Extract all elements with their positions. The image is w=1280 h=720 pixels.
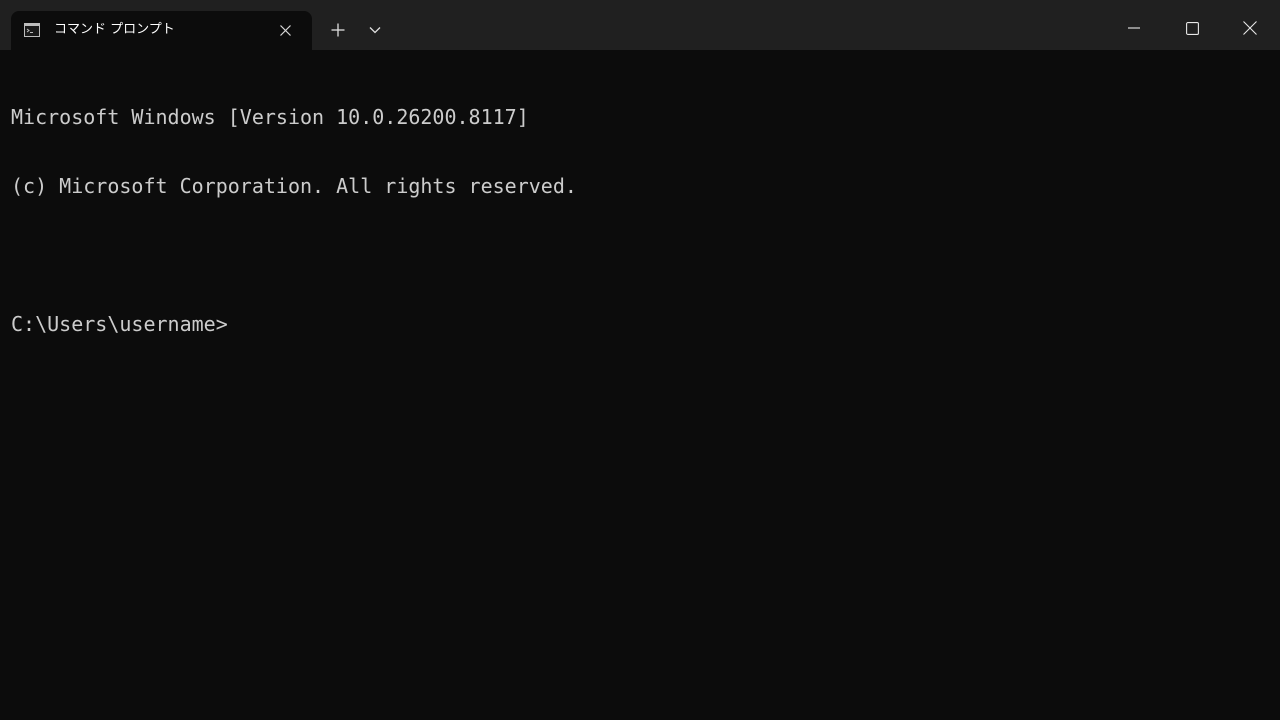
tab-dropdown-button[interactable] <box>360 14 390 46</box>
terminal-output[interactable]: Microsoft Windows [Version 10.0.26200.81… <box>11 60 1270 720</box>
tab-command-prompt[interactable]: コマンド プロンプト <box>11 11 312 50</box>
prompt-line[interactable]: C:\Users\username> <box>11 313 1270 336</box>
tab-title: コマンド プロンプト <box>54 22 175 37</box>
command-prompt-icon <box>24 23 40 37</box>
maximize-icon <box>1185 21 1199 35</box>
title-bar[interactable]: コマンド プロンプト <box>0 0 1280 50</box>
close-window-button[interactable] <box>1221 3 1279 53</box>
close-icon <box>279 24 291 36</box>
terminal-window: コマンド プロンプト Microsoft Windows [Version 10… <box>0 0 1280 720</box>
plus-icon <box>331 23 345 37</box>
terminal-line: Microsoft Windows [Version 10.0.26200.81… <box>11 105 529 129</box>
maximize-button[interactable] <box>1163 3 1221 53</box>
minimize-icon <box>1128 27 1140 29</box>
new-tab-button[interactable] <box>322 14 354 46</box>
close-icon <box>1243 21 1257 35</box>
chevron-down-icon <box>369 27 381 34</box>
minimize-button[interactable] <box>1105 3 1163 53</box>
terminal-line: (c) Microsoft Corporation. All rights re… <box>11 174 577 198</box>
tab-close-button[interactable] <box>275 19 295 41</box>
